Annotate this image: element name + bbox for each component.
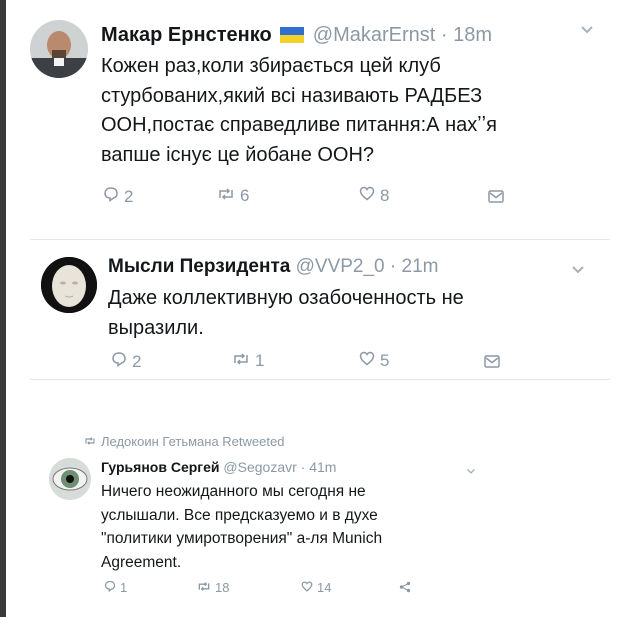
like-button[interactable]: 8 [359, 186, 389, 206]
tweet-3[interactable]: Ледокоин Гетьмана Retweeted Гурьянов Сер… [0, 420, 620, 617]
like-icon [359, 186, 375, 206]
tweet-header: Мысли Перзидента @VVP2_0 · 21m [108, 254, 438, 279]
retweet-count: 6 [240, 186, 250, 205]
reply-icon [103, 186, 119, 207]
timestamp[interactable]: · 21m [390, 256, 439, 277]
avatar[interactable] [49, 458, 91, 500]
message-button[interactable] [488, 188, 504, 208]
reply-button[interactable]: 2 [111, 351, 141, 372]
retweet-count: 18 [215, 580, 230, 595]
message-button[interactable] [484, 353, 500, 373]
chevron-down-icon[interactable] [580, 22, 594, 40]
author-name[interactable]: Мысли Перзидента [108, 256, 290, 277]
tweet-text: Ничего неожиданного мы сегодня не услыша… [101, 480, 481, 574]
ukraine-flag-icon [280, 24, 305, 43]
share-icon [399, 581, 411, 596]
tweet-line: выразили. [108, 317, 204, 339]
chevron-down-icon[interactable] [466, 462, 476, 480]
tweet-header: Гурьянов Сергей @Segozavr · 41m [101, 458, 336, 476]
tweet-line: Даже коллективную озабоченность не [108, 287, 464, 309]
retweeted-by-note[interactable]: Ледокоин Гетьмана Retweeted [84, 434, 284, 449]
reply-count: 1 [120, 580, 128, 595]
tweet-line: Кожен раз,коли збирається цей клуб [101, 55, 441, 77]
tweet-line: стурбованих,який всі називають РАДБЕЗ [101, 84, 483, 107]
reply-button[interactable]: 1 [104, 580, 127, 595]
tweet-line: вапше існує це йобане ООН? [101, 143, 375, 166]
like-count: 14 [317, 580, 332, 595]
reply-icon [104, 580, 116, 595]
timestamp[interactable]: · 41m [301, 459, 337, 475]
like-button[interactable]: 5 [359, 351, 389, 371]
tweet-2[interactable]: Мысли Перзидента @VVP2_0 · 21m Даже колл… [0, 240, 620, 382]
like-icon [301, 580, 313, 595]
tweet-text: Даже коллективную озабоченность не выраз… [108, 283, 588, 343]
tweet-line: Ничего неожиданного мы сегодня не [101, 483, 366, 500]
retweet-button[interactable]: 18 [197, 580, 229, 595]
retweet-button[interactable]: 1 [232, 351, 264, 371]
tweet-text: Кожен раз,коли збирається цей клуб стурб… [101, 52, 591, 170]
reply-icon [111, 351, 127, 372]
like-button[interactable]: 14 [301, 580, 331, 595]
retweet-icon [217, 186, 235, 206]
author-handle[interactable]: @MakarErnst [313, 24, 436, 46]
chevron-down-icon[interactable] [571, 262, 585, 280]
retweeted-by-label: Ледокоин Гетьмана Retweeted [101, 434, 285, 449]
message-icon [488, 188, 504, 208]
tweet-actions: 1 18 14 [0, 578, 620, 598]
tweet-actions: 2 1 5 [0, 349, 620, 373]
tweet-actions: 2 6 8 [0, 184, 620, 208]
retweet-count: 1 [255, 351, 265, 370]
avatar[interactable] [41, 257, 97, 313]
divider [30, 379, 610, 380]
retweet-icon [232, 351, 250, 371]
timestamp[interactable]: · 18m [441, 24, 492, 46]
reply-button[interactable]: 2 [103, 186, 133, 207]
reply-count: 2 [124, 186, 134, 206]
tweet-line: услышали. Все предсказуемо и в духе [101, 506, 378, 524]
retweet-button[interactable]: 6 [217, 186, 249, 206]
tweet-line: "политики умиротворения" а-ля Munich [101, 530, 383, 547]
reply-count: 2 [132, 351, 142, 371]
author-handle[interactable]: @Segozavr [223, 459, 296, 475]
retweet-icon [84, 434, 96, 449]
author-name[interactable]: Гурьянов Сергей [101, 459, 220, 475]
tweet-line: ООН,постає справедливе питання:А нахʼʼя [101, 114, 497, 136]
like-icon [359, 351, 375, 371]
message-icon [484, 353, 500, 373]
like-count: 5 [380, 351, 390, 370]
share-button[interactable] [399, 581, 411, 596]
like-count: 8 [380, 186, 390, 205]
retweet-icon [197, 580, 211, 595]
tweet-header: Макар Ернстенко @MakarErnst · 18m [101, 22, 492, 48]
avatar[interactable] [30, 20, 88, 78]
tweet-line: Agreement. [101, 553, 182, 571]
author-handle[interactable]: @VVP2_0 [296, 256, 385, 277]
author-name[interactable]: Макар Ернстенко [101, 24, 272, 46]
tweet-1[interactable]: Макар Ернстенко @MakarErnst · 18m Кожен … [0, 0, 620, 240]
